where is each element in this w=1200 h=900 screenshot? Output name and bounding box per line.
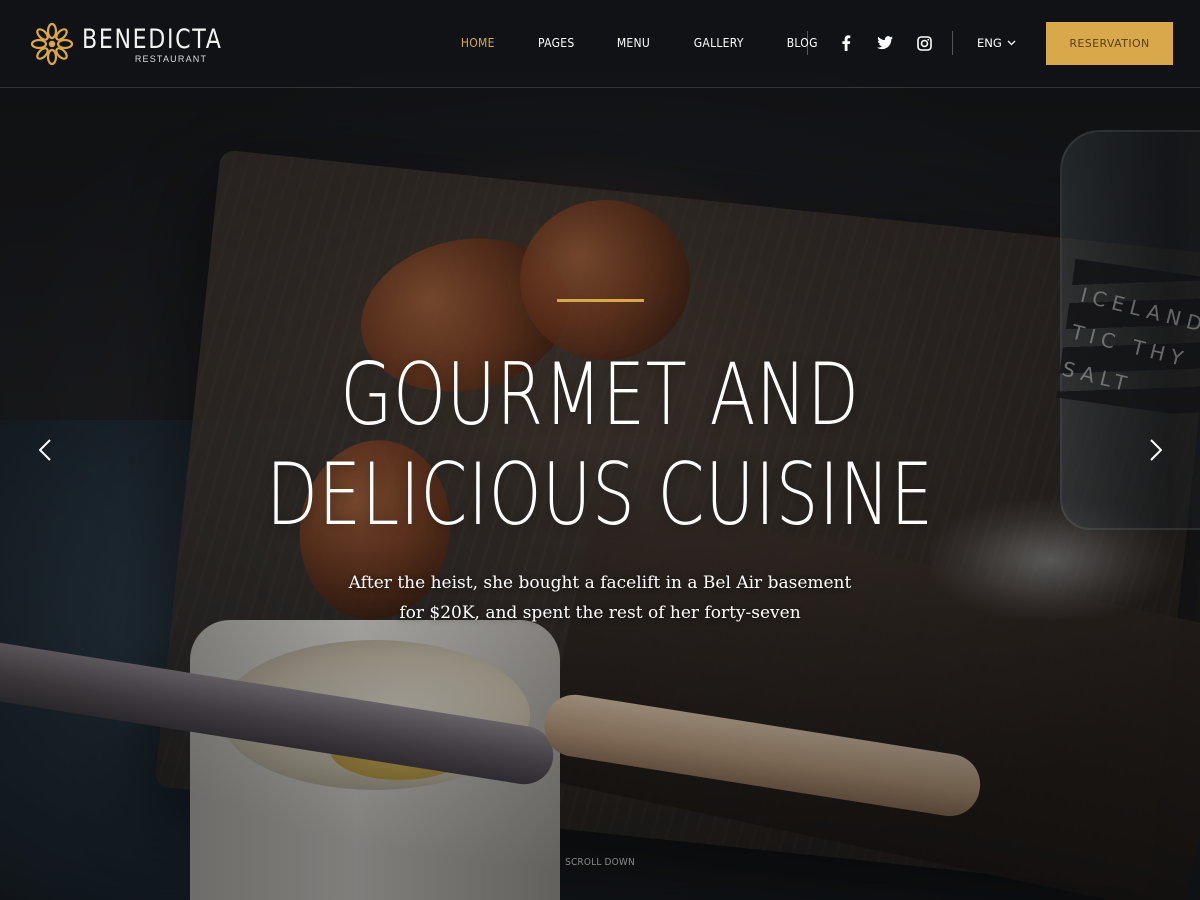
nav-item-pages[interactable]: PAGES <box>538 36 574 50</box>
slider-prev-button[interactable] <box>32 437 58 463</box>
scroll-down-link[interactable]: SCROLL DOWN <box>60 857 1140 868</box>
flower-logo-icon <box>30 22 74 66</box>
hero-subtitle-line-2: for $20K, and spent the rest of her fort… <box>399 603 801 623</box>
nav-item-blog[interactable]: BLOG <box>787 36 818 50</box>
nav-divider <box>807 31 808 55</box>
language-selector[interactable]: ENG <box>977 36 1016 50</box>
chevron-right-icon <box>1150 439 1162 461</box>
social-links <box>838 35 955 51</box>
language-label: ENG <box>977 36 1002 50</box>
instagram-icon[interactable] <box>916 35 932 51</box>
main-navigation: HOME PAGES MENU GALLERY BLOG <box>459 36 859 50</box>
hero-subtitle-line-1: After the heist, she bought a facelift i… <box>348 573 852 593</box>
nav-item-menu[interactable]: MENU <box>617 36 650 50</box>
hero-title-line-2: DELICIOUS CUISINE <box>266 445 934 545</box>
chevron-down-icon <box>1007 40 1016 46</box>
reservation-button[interactable]: RESERVATION <box>1046 22 1173 65</box>
hero-title-line-1: GOURMET AND <box>340 345 860 445</box>
hero-subtitle: After the heist, she bought a facelift i… <box>0 568 1200 628</box>
chevron-left-icon <box>39 439 51 461</box>
title-accent-line <box>557 299 644 302</box>
site-header: BENEDICTA RESTAURANT HOME PAGES MENU GAL… <box>0 0 1200 88</box>
hero-title: GOURMET AND DELICIOUS CUISINE <box>132 345 1068 545</box>
brand-subtitle: RESTAURANT <box>134 53 208 64</box>
nav-item-home[interactable]: HOME <box>461 36 495 50</box>
social-divider <box>952 31 953 55</box>
brand-name: BENEDICTA <box>82 23 223 55</box>
twitter-icon[interactable] <box>877 35 893 51</box>
nav-item-gallery[interactable]: GALLERY <box>694 36 744 50</box>
brand-logo[interactable]: BENEDICTA RESTAURANT <box>30 22 242 66</box>
facebook-icon[interactable] <box>838 35 854 51</box>
slider-next-button[interactable] <box>1143 437 1169 463</box>
